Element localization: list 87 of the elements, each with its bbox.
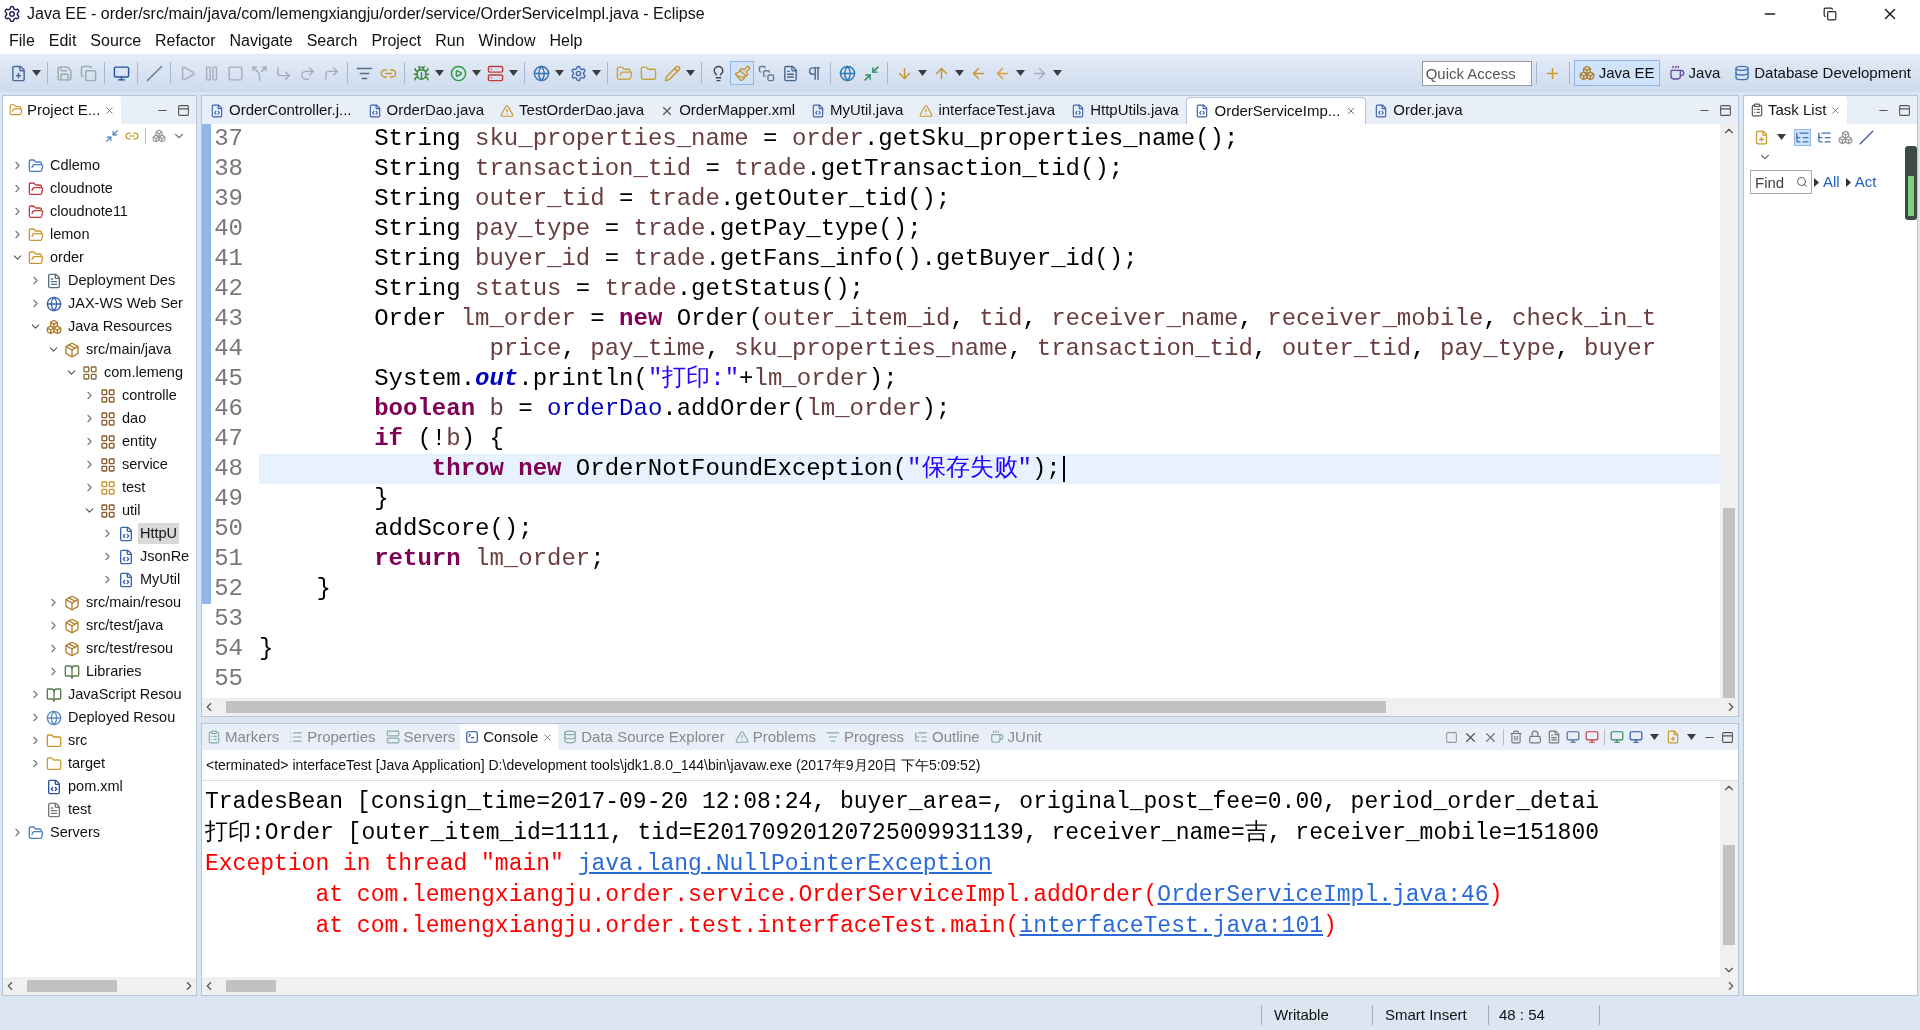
- editor-tab[interactable]: OrderMapper.xml: [652, 97, 804, 124]
- perspective-button[interactable]: Database Development: [1729, 60, 1916, 86]
- line-number: 49: [213, 484, 243, 514]
- perspective-button[interactable]: Java: [1663, 60, 1726, 86]
- tree-item[interactable]: dao: [120, 407, 149, 430]
- editor-tab[interactable]: OrderController.j...: [202, 97, 360, 124]
- tree-item[interactable]: JavaScript Resou: [66, 683, 184, 706]
- tree-item[interactable]: com.lemeng: [102, 361, 185, 384]
- tree-item[interactable]: target: [66, 752, 108, 775]
- tree-item[interactable]: service: [120, 453, 170, 476]
- tree-item[interactable]: lemon: [48, 223, 92, 246]
- line-number: 54: [213, 634, 243, 664]
- view-tab[interactable]: Console: [460, 724, 559, 750]
- tree-item[interactable]: JsonRe: [138, 545, 192, 568]
- line-number: 37: [213, 124, 243, 154]
- status-text: Writable: [1273, 1004, 1330, 1025]
- editor-tab[interactable]: OrderDao.java: [359, 97, 493, 124]
- tree-item[interactable]: util: [120, 499, 143, 522]
- tree-item[interactable]: JAX-WS Web Ser: [66, 292, 185, 315]
- stack-trace-link[interactable]: java.lang.NullPointerException: [577, 847, 992, 882]
- line-number: 41: [213, 244, 243, 274]
- find-field[interactable]: Find: [1750, 170, 1812, 194]
- console-line: at com.lemengxiangju.order.service.OrderServiceImpl.addOrder(OrderServiceImpl.java:46): [205, 880, 1503, 911]
- tree-item[interactable]: src/main/resou: [84, 591, 184, 614]
- tree-item[interactable]: HttpU: [138, 522, 180, 545]
- tree-item[interactable]: Libraries: [84, 660, 144, 683]
- tree-item[interactable]: Servers: [48, 821, 102, 844]
- menu-item[interactable]: Edit: [41, 29, 84, 53]
- tree-item[interactable]: cloudnote: [48, 177, 115, 200]
- menu-item[interactable]: Project: [364, 29, 429, 53]
- process-status: <terminated> interfaceTest [Java Application] D:\development tools\jdk1.8.0_144\bin\javaw.exe (2017年9月20日 下午5:09:52): [206, 755, 981, 775]
- line-number: 45: [213, 364, 243, 394]
- line-number: 44: [213, 334, 243, 364]
- tree-item[interactable]: test: [120, 476, 148, 499]
- menu-item[interactable]: Navigate: [222, 29, 300, 53]
- menu-item[interactable]: Run: [428, 29, 472, 53]
- line-number: 51: [213, 544, 243, 574]
- menu-item[interactable]: Search: [299, 29, 365, 53]
- menu-item[interactable]: File: [2, 29, 42, 53]
- editor-tab[interactable]: HttpUtils.java: [1063, 97, 1187, 124]
- filter-link[interactable]: All: [1823, 170, 1840, 194]
- line-number: 39: [213, 184, 243, 214]
- status-text: Smart Insert: [1384, 1004, 1468, 1025]
- tree-item[interactable]: Java Resources: [66, 315, 174, 338]
- line-number: 50: [213, 514, 243, 544]
- tree-item[interactable]: pom.xml: [66, 775, 125, 798]
- tree-item[interactable]: Deployed Resou: [66, 706, 178, 729]
- tree-item[interactable]: test: [66, 798, 94, 821]
- editor-tab[interactable]: Order.java: [1366, 97, 1471, 124]
- menu-item[interactable]: Source: [83, 29, 149, 53]
- tree-item[interactable]: src/test/java: [84, 614, 166, 637]
- line-number: 40: [213, 214, 243, 244]
- line-number: 52: [213, 574, 243, 604]
- tree-item[interactable]: src/main/java: [84, 338, 174, 361]
- editor-tab[interactable]: TestOrderDao.java: [492, 97, 653, 124]
- editor-tab[interactable]: interfaceTest.java: [911, 97, 1064, 124]
- editor-tab[interactable]: MyUtil.java: [803, 97, 912, 124]
- console-line: Exception in thread "main" java.lang.NullPointerException: [205, 849, 992, 880]
- quick-access-field[interactable]: Quick Access: [1421, 60, 1532, 86]
- line-number: 46: [213, 394, 243, 424]
- menu-item[interactable]: Window: [471, 29, 543, 53]
- menu-item[interactable]: Refactor: [148, 29, 223, 53]
- editor-tab[interactable]: OrderServiceImp...: [1186, 97, 1367, 124]
- menu-item[interactable]: Help: [542, 29, 590, 53]
- line-number: 42: [213, 274, 243, 304]
- line-number: 48: [213, 454, 243, 484]
- tree-item[interactable]: src/test/resou: [84, 637, 176, 660]
- tree-item[interactable]: src: [66, 729, 90, 752]
- window-title: Java EE - order/src/main/java/com/lemengxiangju/order/service/OrderServiceImpl.java - Eclipse: [27, 4, 705, 24]
- line-number: 43: [213, 304, 243, 334]
- filter-link[interactable]: Act: [1854, 170, 1877, 194]
- tree-item[interactable]: MyUtil: [138, 568, 183, 591]
- line-number: 55: [213, 664, 243, 694]
- line-number: 53: [213, 604, 243, 634]
- perspective-button[interactable]: Java EE: [1573, 60, 1660, 86]
- console-line: at com.lemengxiangju.order.test.interfaceTest.main(interfaceTest.java:101): [205, 911, 1337, 942]
- line-number: 47: [213, 424, 243, 454]
- console-line: TradesBean [consign_time=2017-09-20 12:08:24, buyer_area=, original_post_fee=0.00, period_order_detai: [205, 788, 1600, 818]
- console-line: 打印:Order [outer_item_id=1111, tid=E20170920120725009931139, receiver_name=吉, receiver_mobile=151800: [205, 819, 1599, 849]
- tree-item[interactable]: entity: [120, 430, 159, 453]
- tree-item[interactable]: controlle: [120, 384, 179, 407]
- tree-item[interactable]: order: [48, 246, 86, 269]
- tree-item[interactable]: cloudnote11: [48, 200, 130, 223]
- line-number: 38: [213, 154, 243, 184]
- tree-item[interactable]: Deployment Des: [66, 269, 178, 292]
- tree-item[interactable]: Cdlemo: [48, 154, 102, 177]
- cursor-position: 48 : 54: [1498, 1004, 1546, 1025]
